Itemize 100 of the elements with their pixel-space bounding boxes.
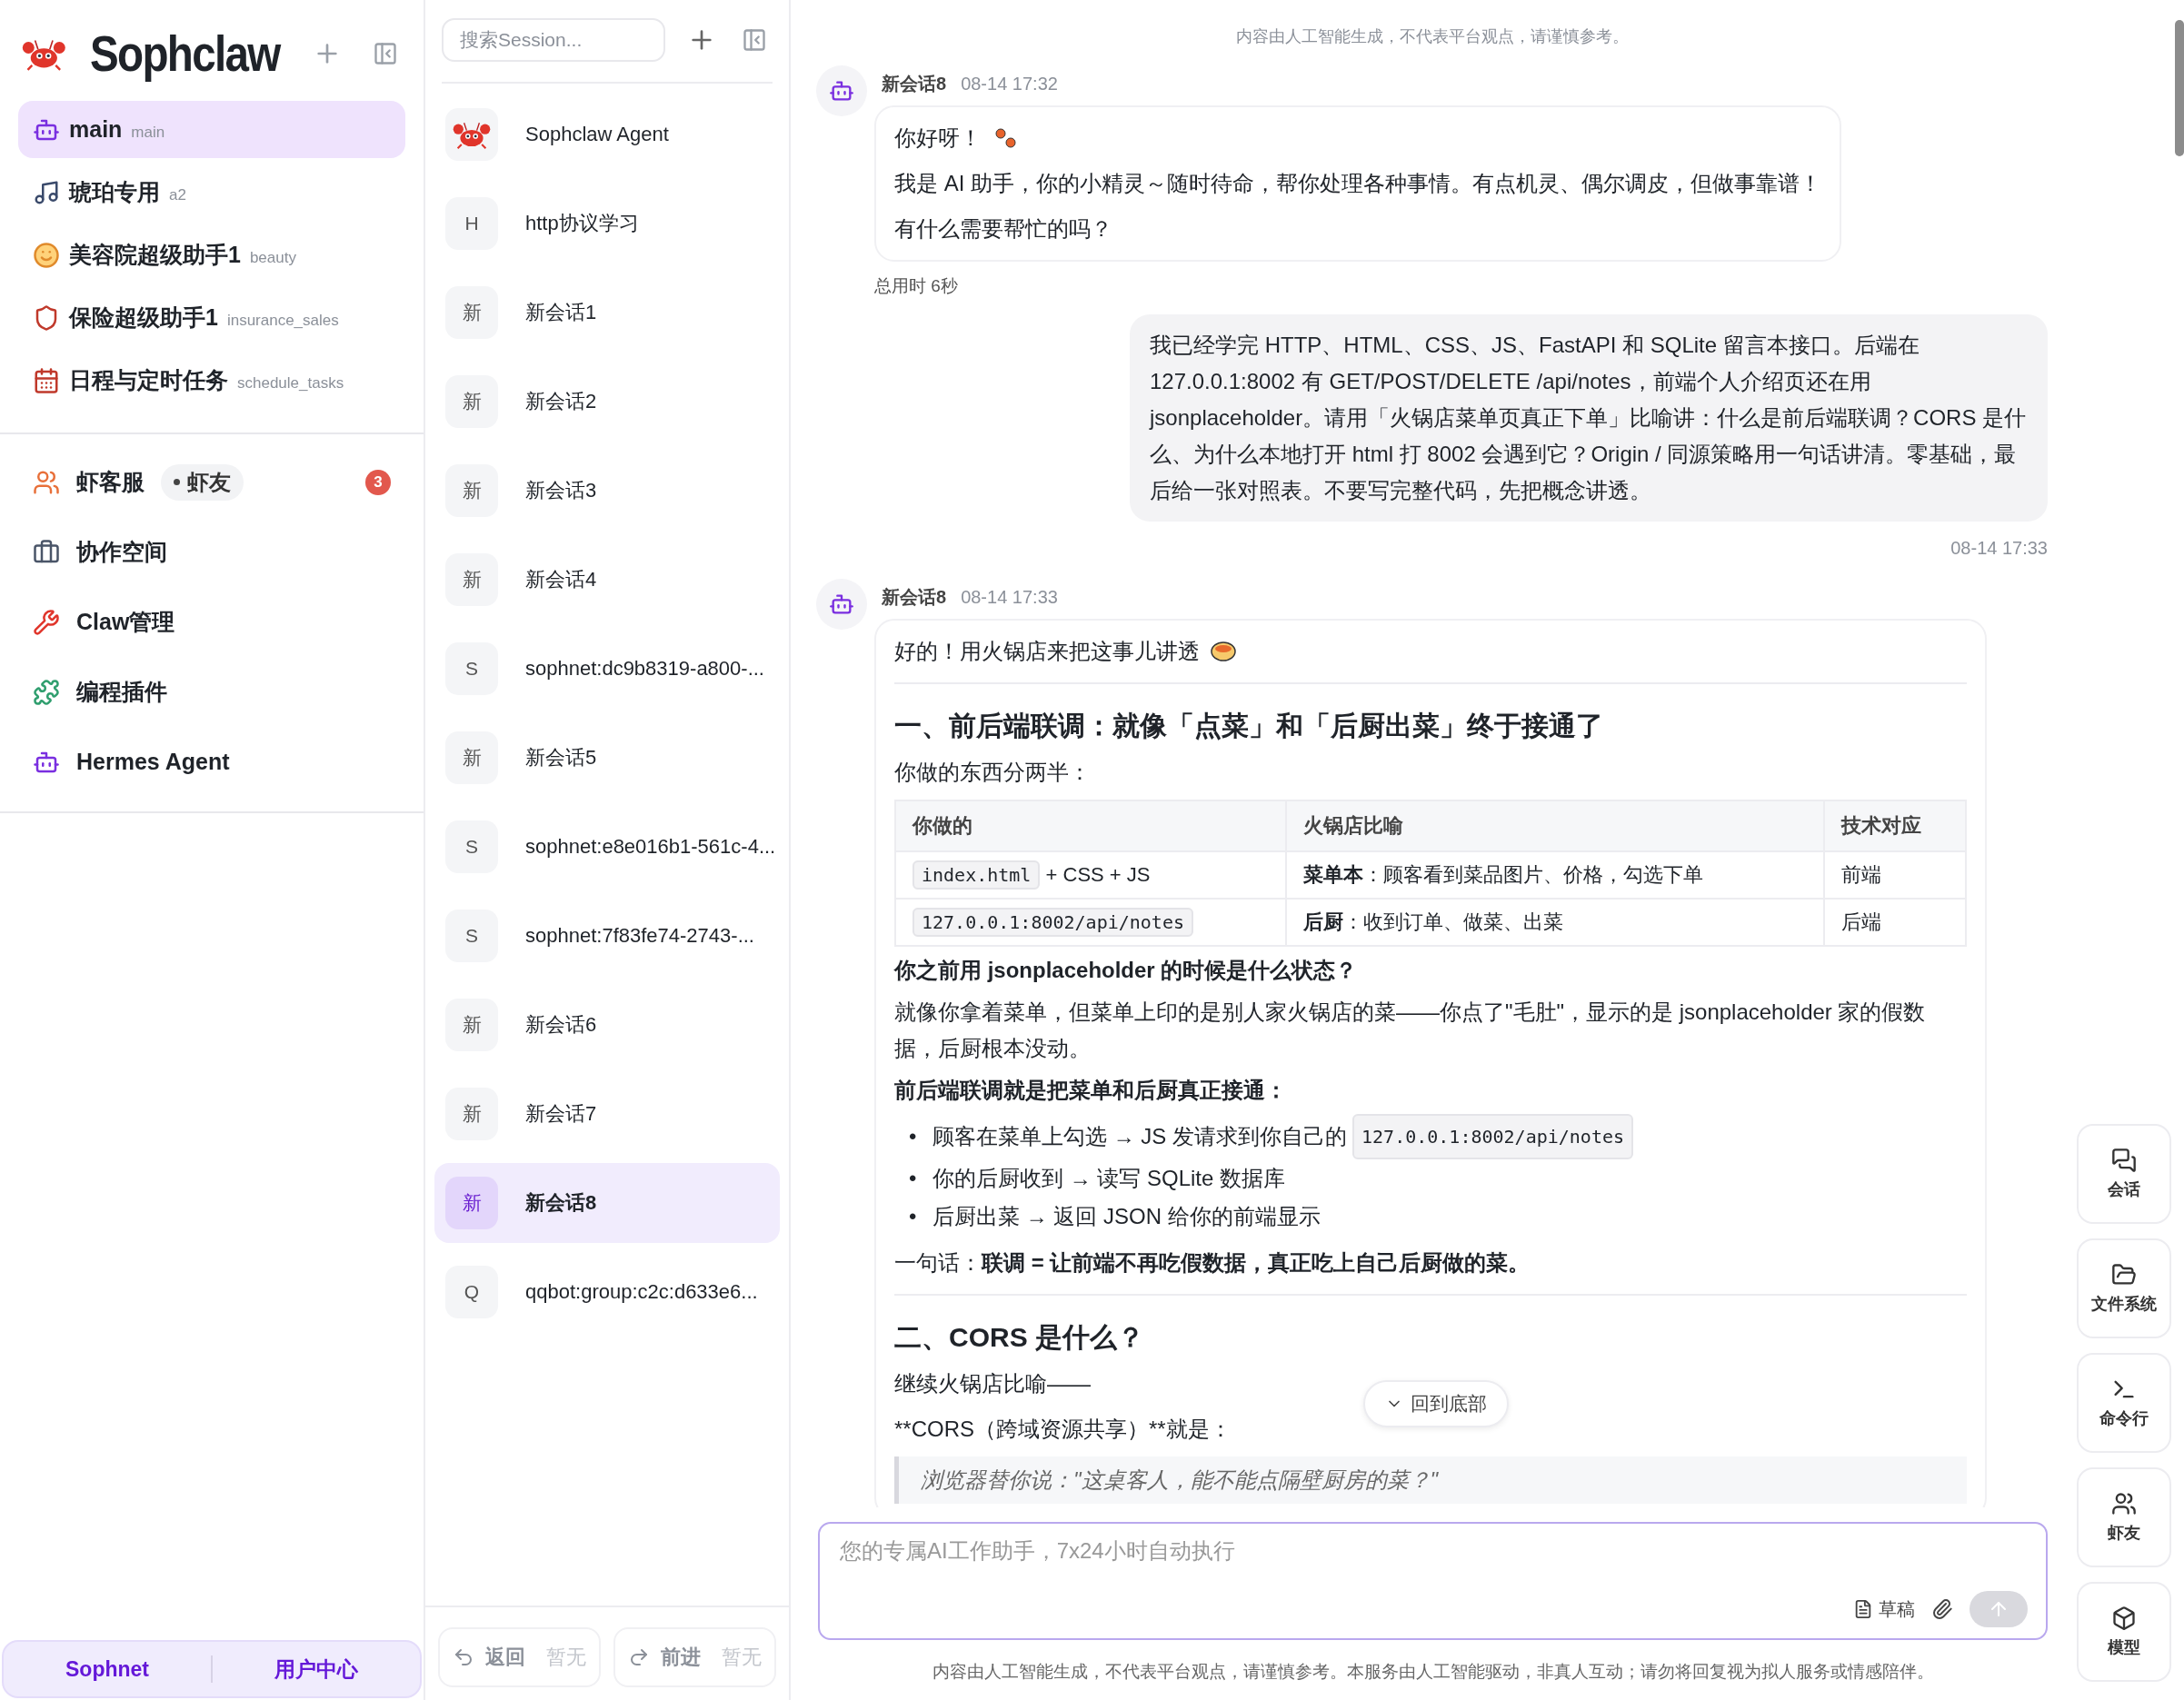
footer-link[interactable]: Sophnet: [4, 1656, 211, 1682]
message-text: 就像你拿着菜单，但菜单上印的是别人家火锅店的菜——你点了"毛肚"，显示的是 jsonplaceholder 家的假数据，后厨根本没动。: [894, 999, 1927, 1062]
message-text: 你做的东西分两半：: [894, 759, 1092, 786]
table-header: 技术对应: [1823, 800, 1966, 851]
session-item[interactable]: S sophnet:dc9b8319-a800-...: [434, 629, 780, 709]
app-title: Sophclaw: [89, 24, 280, 83]
panel-collapse-icon: [373, 40, 398, 66]
blockquote: 浏览器替你说："这桌客人，能不能点隔壁厨房的菜？": [894, 1456, 1967, 1504]
users-icon: [2111, 1491, 2137, 1516]
session-avatar: H: [445, 197, 498, 250]
paperclip-icon: [1931, 1598, 1953, 1620]
nav-item[interactable]: 协作空间: [76, 537, 167, 567]
session-avatar: 新: [445, 375, 498, 428]
session-avatar: S: [445, 820, 498, 873]
side-tool-button[interactable]: 虾友: [2077, 1467, 2171, 1567]
cube-icon: [2111, 1606, 2137, 1631]
message-time: 08-14 17:33: [1950, 538, 2048, 558]
session-item[interactable]: H http协议学习: [434, 184, 780, 263]
session-item[interactable]: 新 新会话2: [434, 362, 780, 442]
calendar-icon: [33, 366, 60, 394]
panel-collapse-icon: [742, 27, 767, 53]
message-text: **CORS（跨域资源共享）**就是：: [894, 1416, 1232, 1443]
agent-item[interactable]: 琥珀专用 a2: [18, 164, 405, 221]
session-item[interactable]: S sophnet:e8e016b1-561c-4...: [434, 807, 780, 887]
side-tool-button[interactable]: 会话: [2077, 1124, 2171, 1224]
bullet: •: [909, 1165, 918, 1192]
message-text: 有什么需要帮忙的吗？: [894, 215, 1113, 243]
inline-code: 127.0.0.1:8002/api/notes: [1352, 1114, 1633, 1159]
list-item: 后厨出菜 → 返回 JSON 给你的前端显示: [932, 1203, 1321, 1230]
nav-item[interactable]: Claw管理: [76, 607, 175, 637]
puzzle-icon: [33, 678, 60, 706]
session-item[interactable]: 新 新会话6: [434, 985, 780, 1065]
session-item[interactable]: 新 新会话4: [434, 540, 780, 620]
agent-item[interactable]: 日程与定时任务 schedule_tasks: [18, 352, 405, 409]
status-tag: 虾友: [161, 463, 244, 501]
side-tool-button[interactable]: 文件系统: [2077, 1238, 2171, 1338]
session-item[interactable]: Q qqbot:group:c2c:d633e6...: [434, 1252, 780, 1332]
disclaimer-text: 内容由人工智能生成，不代表平台观点，请谨慎参考。本服务由人工智能驱动，非真人互动；请勿将回复视为拟人服务或情感陪伴。: [931, 1661, 1935, 1683]
nav-item[interactable]: 编程插件: [76, 677, 167, 707]
agent-item[interactable]: 保险超级助手1 insurance_sales: [18, 289, 405, 346]
side-tool-button[interactable]: 模型: [2077, 1582, 2171, 1682]
user-message: 我已经学完 HTTP、HTML、CSS、JS、FastAPI 和 SQLite 留言本接口。后端在 127.0.0.1:8002 有 GET/POST/DELETE /api/notes，前端个人介绍页还在用 jsonplaceholder。请用「火锅店菜单页真正下单」比喻讲：什么是前后端联调？CORS 是什么、为什么本地打开 html 打 8002 会遇到它？Origin / 同源策略用一句话讲清。零基础，最后给一张对照表。不要写完整代码，先把概念讲透。: [1130, 314, 2048, 522]
draft-button[interactable]: 草稿: [1853, 1596, 1915, 1622]
attach-button[interactable]: [1931, 1598, 1953, 1620]
sender-name: 新会话8: [882, 72, 947, 95]
duration-text: 总用时 6秒: [874, 275, 959, 297]
hotpot-bowl-icon: [1211, 641, 1236, 662]
message-text: 继续火锅店比喻——: [894, 1370, 1092, 1397]
session-avatar: 新: [445, 999, 498, 1051]
document-icon: [1853, 1599, 1873, 1619]
session-item[interactable]: Sophclaw Agent: [434, 94, 780, 174]
message-text: 好的！用火锅店来把这事儿讲透: [894, 638, 1200, 665]
section-heading: 二、CORS 是什么？: [894, 1321, 1145, 1354]
inline-code: 127.0.0.1:8002/api/notes: [912, 908, 1193, 937]
message-time: 08-14 17:33: [961, 586, 1058, 608]
inline-code: index.html: [912, 860, 1041, 890]
bullet: •: [909, 1203, 918, 1230]
footer-link[interactable]: 用户中心: [213, 1655, 420, 1684]
count-badge: 3: [365, 469, 391, 495]
session-item[interactable]: 新 新会话1: [434, 273, 780, 353]
search-field[interactable]: 搜索Session...: [442, 18, 665, 62]
subheading: 前后端联调就是把菜单和后厨真正接通：: [894, 1077, 1288, 1104]
section-heading: 一、前后端联调：就像「点菜」和「后厨出菜」终于接通了: [894, 710, 1604, 742]
table-cell: 后厨：收到订单、做菜、出菜: [1302, 910, 1563, 933]
session-avatar: 新: [445, 286, 498, 339]
side-tool-button[interactable]: 命令行: [2077, 1353, 2171, 1453]
session-avatar: Q: [445, 1266, 498, 1318]
subheading: 你之前用 jsonplaceholder 的时候是什么状态？: [894, 957, 1359, 984]
smiley-face-icon: [33, 241, 60, 269]
agent-item[interactable]: main main: [18, 101, 405, 158]
session-item[interactable]: 新 新会话7: [434, 1074, 780, 1154]
session-avatar: 新: [445, 464, 498, 517]
agent-item[interactable]: 美容院超级助手1 beauty: [18, 226, 405, 283]
session-avatar: S: [445, 642, 498, 695]
nav-item[interactable]: Hermes Agent: [76, 749, 230, 775]
session-item[interactable]: 新 新会话3: [434, 451, 780, 531]
table-header: 你做的: [895, 800, 1286, 851]
session-avatar: 新: [445, 731, 498, 784]
message-input[interactable]: 您的专属AI工作助手，7x24小时自动执行 草稿: [818, 1522, 2048, 1640]
scrollbar-thumb[interactable]: [2175, 20, 2184, 156]
redo-icon: [628, 1646, 650, 1668]
table-cell: 后端: [1840, 910, 1881, 933]
send-button[interactable]: [1970, 1591, 2028, 1627]
session-avatar: S: [445, 910, 498, 962]
session-item[interactable]: 新 新会话8: [434, 1163, 780, 1243]
message-text: 一句话：联调 = 让前端不再吃假数据，真正吃上自己后厨做的菜。: [894, 1249, 1531, 1277]
message-text: 你好呀！: [894, 124, 982, 152]
bullet: •: [909, 1123, 918, 1150]
table-cell: 菜单本：顾客看到菜品图片、价格，勾选下单: [1302, 863, 1703, 886]
undo-icon: [453, 1646, 474, 1668]
table-cell-text: + CSS + JS: [1044, 863, 1151, 886]
table-header: 火锅店比喻: [1285, 800, 1824, 851]
session-item[interactable]: S sophnet:7f83fe74-2743-...: [434, 896, 780, 976]
table-cell: 前端: [1840, 863, 1881, 886]
session-avatar: 新: [445, 1177, 498, 1229]
session-avatar: 新: [445, 1088, 498, 1140]
nav-item[interactable]: 虾客服: [76, 467, 145, 497]
scroll-to-bottom-button[interactable]: 回到底部: [1363, 1380, 1509, 1427]
session-avatar: 新: [445, 553, 498, 606]
session-item[interactable]: 新 新会话5: [434, 718, 780, 798]
